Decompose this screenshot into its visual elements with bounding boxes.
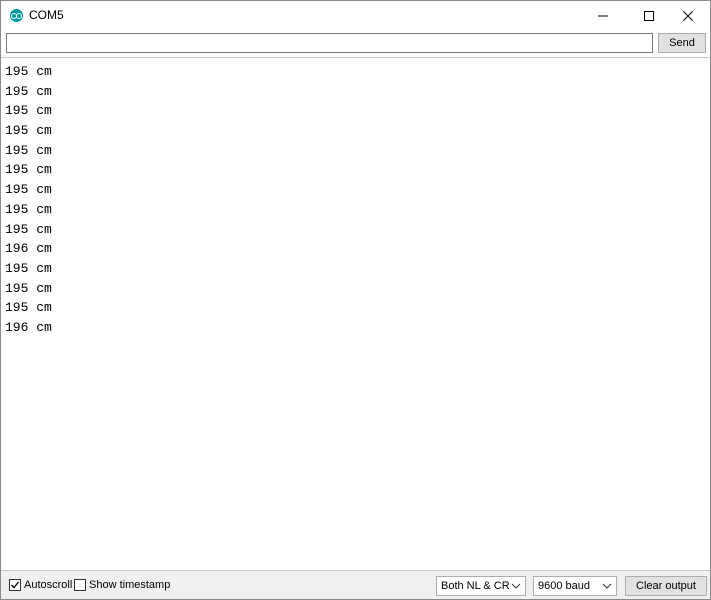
output-line: 195 cm <box>5 182 52 198</box>
title-bar[interactable]: COM5 <box>1 1 710 30</box>
output-lines: 195 cm 195 cm 195 cm 195 cm 195 cm 195 cm 195 … <box>5 62 52 338</box>
autoscroll-checkbox-box[interactable] <box>9 579 21 591</box>
clear-output-button[interactable]: Clear output <box>625 576 707 596</box>
arduino-icon <box>10 9 23 22</box>
output-line: 195 cm <box>5 221 52 237</box>
close-icon <box>683 10 693 21</box>
send-bar: Send <box>1 30 710 57</box>
serial-monitor-window: COM5 Send 195 cm 195 cm 195 cm 195 cm 195 cm… <box>0 0 711 600</box>
minimize-icon <box>598 15 608 16</box>
close-button[interactable] <box>665 1 711 30</box>
output-line: 195 cm <box>5 260 52 276</box>
output-line: 196 cm <box>5 319 52 335</box>
serial-output[interactable]: 195 cm 195 cm 195 cm 195 cm 195 cm 195 cm 195 … <box>1 57 710 571</box>
baud-rate-value: 9600 baud <box>538 580 590 592</box>
output-line: 195 cm <box>5 64 52 79</box>
output-line: 195 cm <box>5 162 52 178</box>
show-timestamp-label: Show timestamp <box>89 579 171 591</box>
chevron-down-icon <box>511 583 521 589</box>
send-input[interactable] <box>6 33 653 53</box>
output-line: 195 cm <box>5 142 52 158</box>
autoscroll-checkbox[interactable]: Autoscroll <box>9 579 72 591</box>
autoscroll-label: Autoscroll <box>24 579 73 591</box>
send-button[interactable]: Send <box>658 33 706 53</box>
show-timestamp-checkbox[interactable]: Show timestamp <box>74 579 170 591</box>
minimize-button[interactable] <box>580 1 626 30</box>
output-line: 195 cm <box>5 280 52 296</box>
chevron-down-icon <box>602 583 612 589</box>
output-line: 195 cm <box>5 201 52 217</box>
window-title: COM5 <box>29 8 64 22</box>
baud-rate-select[interactable]: 9600 baud <box>533 576 617 596</box>
maximize-icon <box>644 10 654 21</box>
output-line: 195 cm <box>5 300 52 316</box>
status-bar: Autoscroll Show timestamp Both NL & CR 9… <box>1 571 710 599</box>
line-ending-value: Both NL & CR <box>441 580 510 592</box>
checkmark-icon <box>11 581 20 589</box>
line-ending-select[interactable]: Both NL & CR <box>436 576 526 596</box>
output-line: 195 cm <box>5 103 52 119</box>
show-timestamp-checkbox-box[interactable] <box>74 579 86 591</box>
output-line: 195 cm <box>5 123 52 139</box>
output-line: 196 cm <box>5 241 52 257</box>
output-line: 195 cm <box>5 83 52 99</box>
